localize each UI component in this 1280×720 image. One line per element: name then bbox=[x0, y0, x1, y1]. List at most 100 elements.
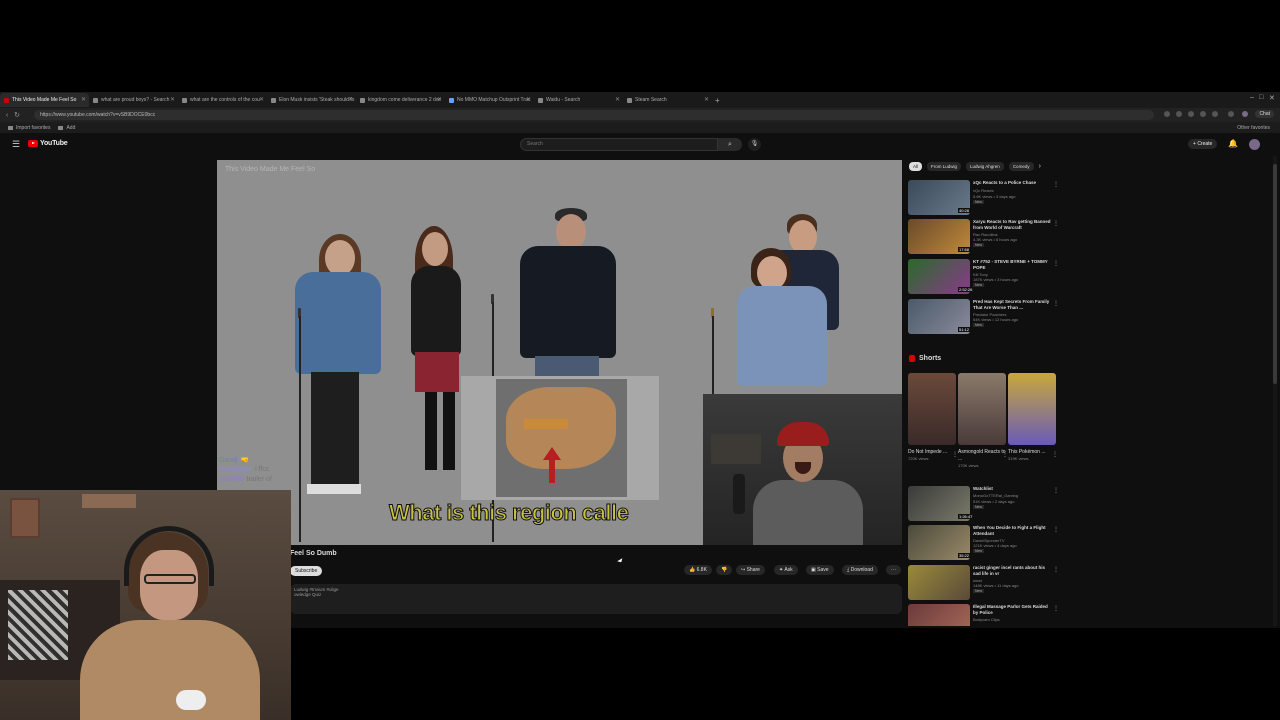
more-actions-button[interactable]: ··· bbox=[886, 565, 901, 575]
kebab-menu-icon[interactable]: ⋮ bbox=[1053, 487, 1059, 494]
create-button[interactable]: + Create bbox=[1188, 139, 1218, 149]
video-thumbnail[interactable] bbox=[908, 565, 970, 600]
video-player[interactable]: This Video Made Me Feel So What is this … bbox=[217, 160, 902, 545]
video-title[interactable]: Illegal Massage Parlor Gets Raided by Po… bbox=[973, 604, 1051, 616]
tab-proud-boys-search[interactable]: what are proud boys? - Search ✕ bbox=[89, 93, 178, 107]
video-title[interactable]: xQc Reacts to a Police Chase bbox=[973, 180, 1051, 186]
extension-icon[interactable] bbox=[1188, 111, 1194, 117]
back-icon[interactable]: ‹ bbox=[2, 112, 12, 119]
close-icon[interactable]: ✕ bbox=[615, 96, 620, 103]
tab-youtube-video[interactable]: This Video Made Me Feel So ✕ bbox=[0, 93, 89, 107]
kebab-menu-icon[interactable]: ⋮ bbox=[1053, 260, 1059, 267]
close-icon[interactable]: ✕ bbox=[348, 96, 353, 103]
video-thumbnail[interactable] bbox=[908, 604, 970, 626]
like-button[interactable]: 👍 6.8K bbox=[684, 565, 712, 575]
copilot-chat-button[interactable]: Chat bbox=[1255, 110, 1274, 118]
tab-kingdom-come-search[interactable]: kingdom come deliverance 2 dwr ✕ bbox=[356, 93, 445, 107]
bookmark-add[interactable]: Add bbox=[58, 125, 75, 131]
video-title[interactable]: racist ginger incel rants about his sad … bbox=[973, 565, 1051, 577]
refresh-icon[interactable]: ↻ bbox=[12, 111, 22, 119]
subscribe-button[interactable]: Subscribe bbox=[290, 566, 323, 576]
search-button[interactable]: ⌕ bbox=[718, 138, 742, 151]
extension-icon[interactable] bbox=[1164, 111, 1170, 117]
page-scrollbar[interactable] bbox=[1273, 156, 1277, 626]
dislike-button[interactable]: 👎 bbox=[716, 565, 733, 575]
chip-comedy[interactable]: Comedy bbox=[1008, 162, 1034, 171]
close-window-button[interactable]: ✕ bbox=[1269, 94, 1275, 102]
video-title[interactable]: Xaryu Reacts to Rav getting Banned from … bbox=[973, 219, 1051, 231]
channel-name[interactable]: Bodycam Clips bbox=[973, 617, 1000, 622]
short-video[interactable]: This Pokémon ... 319K views ⋮ bbox=[1008, 373, 1058, 461]
short-title[interactable]: Do Not Impede ... bbox=[908, 449, 956, 456]
other-favorites[interactable]: Other favorites bbox=[1237, 125, 1270, 131]
voice-search-button[interactable]: 🎙 bbox=[748, 138, 761, 151]
short-title[interactable]: This Pokémon ... bbox=[1008, 449, 1056, 456]
tab-waidu-search[interactable]: Waidu - Search ✕ bbox=[534, 93, 623, 107]
notifications-bell-icon[interactable]: 🔔 bbox=[1228, 139, 1238, 148]
scrollbar-thumb[interactable] bbox=[1273, 164, 1277, 384]
folder-icon bbox=[58, 125, 64, 130]
kebab-menu-icon[interactable]: ⋮ bbox=[1053, 605, 1058, 612]
ask-button[interactable]: ✦ Ask bbox=[774, 565, 798, 575]
recommended-video[interactable]: 2:52:26 KT #752 - STEVE BYRNE + TOMMY PO… bbox=[908, 259, 1059, 297]
extension-icon[interactable] bbox=[1200, 111, 1206, 117]
recommended-video[interactable]: 17:58 Xaryu Reacts to Rav getting Banned… bbox=[908, 219, 1059, 257]
kebab-menu-icon[interactable]: ⋮ bbox=[1053, 566, 1059, 573]
short-title[interactable]: Asmongold Reacts to ... bbox=[958, 449, 1006, 463]
chip-all[interactable]: All bbox=[909, 162, 923, 171]
recommended-video[interactable]: 35:22 When You Decide to Fight a Flight … bbox=[908, 525, 1059, 563]
maximize-button[interactable]: □ bbox=[1259, 94, 1263, 101]
channel-name[interactable]: MonoGoTTERal_Gaming bbox=[973, 493, 1018, 498]
tab-steam-search[interactable]: Steam Search ✕ bbox=[623, 93, 712, 107]
bookmark-import-favorites[interactable]: Import favorites bbox=[8, 125, 50, 131]
save-button[interactable]: ▣ Save bbox=[806, 565, 834, 575]
kebab-menu-icon[interactable]: ⋮ bbox=[1053, 220, 1059, 227]
short-thumbnail[interactable] bbox=[958, 373, 1006, 445]
close-icon[interactable]: ✕ bbox=[704, 96, 709, 103]
recommended-video[interactable]: Illegal Massage Parlor Gets Raided by Po… bbox=[908, 604, 1058, 626]
short-thumbnail[interactable] bbox=[1008, 373, 1056, 445]
tab-mmo-matchup[interactable]: No MMO Matchup Outsprint Trac ✕ bbox=[445, 93, 534, 107]
recommended-video[interactable]: 40:28 xQc Reacts to a Police Chase xQc R… bbox=[908, 180, 1059, 218]
chip-ludwig-ahgren[interactable]: Ludwig Ahgren bbox=[966, 162, 1004, 171]
recommended-video[interactable]: racist ginger incel rants about his sad … bbox=[908, 565, 1059, 603]
favorites-icon[interactable] bbox=[1228, 111, 1234, 117]
video-title[interactable]: When You Decide to Fight a Flight Attend… bbox=[973, 525, 1051, 537]
youtube-logo[interactable]: YouTube bbox=[28, 140, 68, 147]
short-video[interactable]: Do Not Impede ... 720K views ⋮ bbox=[908, 373, 958, 461]
close-icon[interactable]: ✕ bbox=[259, 96, 264, 103]
video-title[interactable]: Watchlist bbox=[973, 486, 1051, 492]
extension-icon[interactable] bbox=[1212, 111, 1218, 117]
kebab-menu-icon[interactable]: ⋮ bbox=[1052, 451, 1058, 458]
download-button[interactable]: ⤓ Download bbox=[842, 565, 878, 575]
chip-from-ludwig[interactable]: From Ludwig bbox=[927, 162, 962, 171]
tab-controls-search[interactable]: what are the controls of the cou ✕ bbox=[178, 93, 267, 107]
video-title[interactable]: Pred Has Kept Secrets From Family That A… bbox=[973, 299, 1051, 311]
kebab-menu-icon[interactable]: ⋮ bbox=[1053, 300, 1059, 307]
close-icon[interactable]: ✕ bbox=[81, 96, 86, 103]
kebab-menu-icon[interactable]: ⋮ bbox=[1053, 526, 1059, 533]
channel-name[interactable]: xQc Reacts bbox=[973, 188, 994, 193]
kebab-menu-icon[interactable]: ⋮ bbox=[1053, 181, 1059, 188]
short-thumbnail[interactable] bbox=[908, 373, 956, 445]
description-box[interactable]: Ludwig #trivium #ulige owledge Quiz bbox=[290, 584, 902, 614]
recommended-video[interactable]: 1:26:47 Watchlist MonoGoTTERal_Gaming 51… bbox=[908, 486, 1059, 524]
chevron-right-icon[interactable]: › bbox=[1039, 162, 1041, 172]
new-tab-button[interactable]: + bbox=[715, 96, 720, 105]
share-button[interactable]: ↪ Share bbox=[736, 565, 765, 575]
close-icon[interactable]: ✕ bbox=[437, 96, 442, 103]
tab-elon-news[interactable]: Elon Musk insists 'Steak should fo ✕ bbox=[267, 93, 356, 107]
video-title[interactable]: KT #752 - STEVE BYRNE + TOMMY POPE bbox=[973, 259, 1051, 271]
short-video[interactable]: Asmongold Reacts to ... 170K views ⋮ bbox=[958, 373, 1008, 468]
search-input[interactable]: Search bbox=[520, 138, 718, 151]
minimize-button[interactable]: – bbox=[1250, 94, 1254, 101]
profile-avatar[interactable] bbox=[1242, 111, 1248, 117]
tab-label: This Video Made Me Feel So bbox=[12, 97, 77, 103]
menu-icon[interactable]: ☰ bbox=[12, 139, 20, 150]
extension-icon[interactable] bbox=[1176, 111, 1182, 117]
close-icon[interactable]: ✕ bbox=[526, 96, 531, 103]
account-avatar[interactable] bbox=[1249, 139, 1260, 150]
url-field[interactable]: https://www.youtube.com/watch?v=vSB9DOCE… bbox=[34, 110, 1154, 120]
close-icon[interactable]: ✕ bbox=[170, 96, 175, 103]
recommended-video[interactable]: 51:12 Pred Has Kept Secrets From Family … bbox=[908, 299, 1059, 337]
